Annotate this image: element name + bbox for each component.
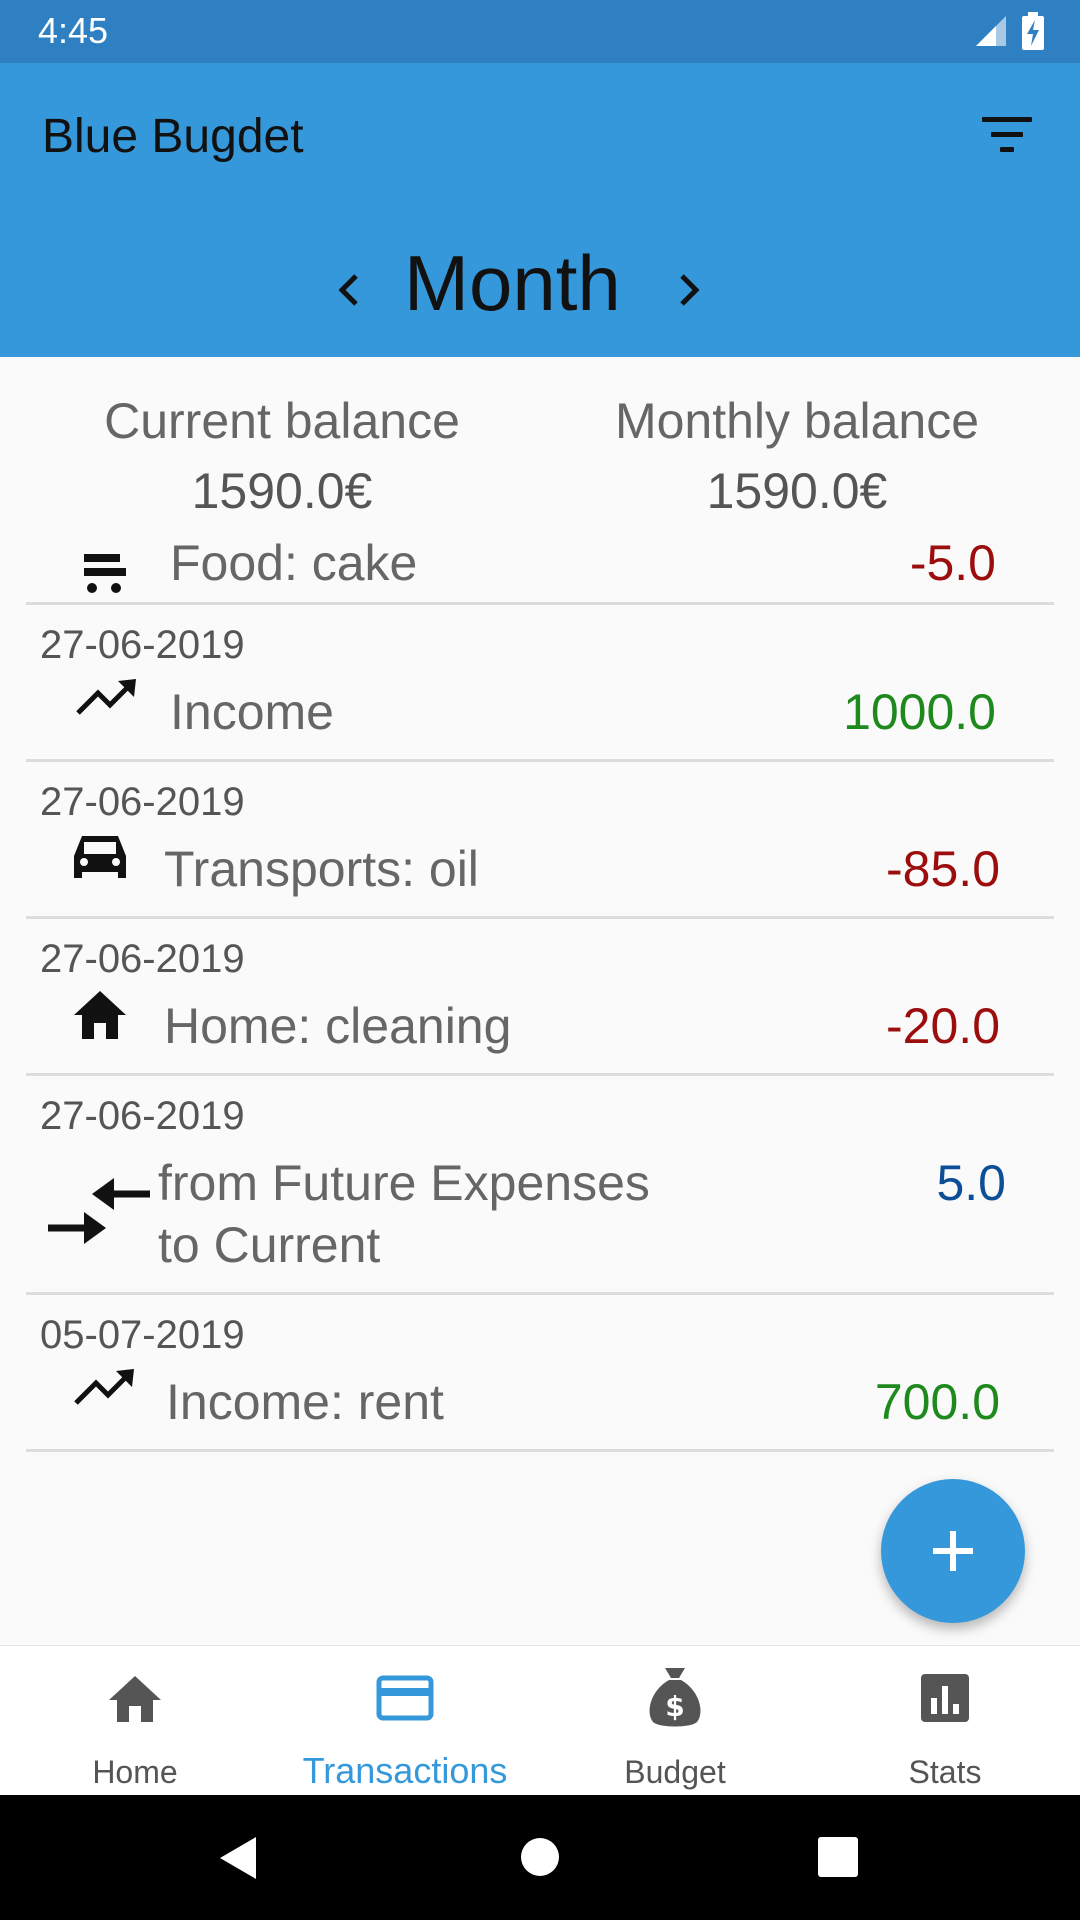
nav-label: Budget <box>624 1754 726 1790</box>
transaction-row[interactable]: 27-06-2019 Home: cleaning -20.0 <box>26 919 1054 1076</box>
app-bar: Blue Bugdet Month <box>0 63 1080 357</box>
transaction-category-line1: from Future Expenses <box>158 1155 650 1211</box>
nav-item-stats[interactable]: Stats <box>810 1646 1080 1796</box>
nav-label: Home <box>92 1754 178 1790</box>
filter-icon-bottom <box>1000 147 1014 152</box>
period-navigator: Month <box>0 238 1080 348</box>
food-icon <box>84 554 126 593</box>
nav-item-budget[interactable]: $ Budget <box>540 1646 810 1796</box>
bar-chart-icon <box>921 1674 969 1722</box>
battery-charging-icon <box>1022 12 1044 50</box>
transaction-category: Income <box>170 684 334 740</box>
transaction-amount: 1000.0 <box>843 684 996 740</box>
transaction-list[interactable]: Food: cake -5.0 27-06-2019 Income 1000.0… <box>0 528 1080 1458</box>
filter-icon <box>982 117 1032 122</box>
monthly-balance-label: Monthly balance <box>614 393 980 449</box>
trending-up-icon <box>76 679 136 715</box>
chevron-right-icon[interactable] <box>670 260 710 320</box>
filter-icon-mid <box>991 132 1023 137</box>
transaction-row[interactable]: 05-07-2019 Income: rent 700.0 <box>26 1295 1054 1452</box>
transaction-amount: 5.0 <box>936 1155 1006 1211</box>
transaction-row[interactable]: 27-06-2019 Transports: oil -85.0 <box>26 762 1054 919</box>
current-balance-value: 1590.0€ <box>191 463 373 519</box>
add-transaction-button[interactable] <box>881 1479 1025 1623</box>
status-bar: 4:45 <box>0 0 1080 63</box>
period-label: Month <box>404 239 621 327</box>
transaction-amount: -5.0 <box>909 535 996 591</box>
home-icon <box>109 1676 161 1722</box>
nav-label: Transactions <box>302 1750 508 1791</box>
transaction-amount: 700.0 <box>874 1374 1000 1430</box>
back-icon[interactable] <box>216 1835 260 1881</box>
app-title: Blue Bugdet <box>42 110 304 163</box>
credit-card-icon <box>376 1675 434 1721</box>
transaction-category-line2: to Current <box>158 1217 381 1273</box>
transaction-date: 27-06-2019 <box>40 780 245 824</box>
trending-up-icon <box>74 1369 134 1405</box>
transaction-category: Transports: oil <box>164 841 479 897</box>
transaction-amount: -85.0 <box>886 841 1000 897</box>
transaction-row[interactable]: 27-06-2019 Income 1000.0 <box>26 605 1054 762</box>
nav-item-home[interactable]: Home <box>0 1646 270 1796</box>
nav-item-transactions[interactable]: Transactions <box>270 1646 540 1796</box>
current-balance-label: Current balance <box>104 393 460 449</box>
status-time: 4:45 <box>38 10 109 51</box>
money-bag-icon: $ <box>649 1668 701 1727</box>
svg-text:$: $ <box>665 1690 684 1723</box>
bottom-navigation: Home Transactions $ Budget Stats <box>0 1645 1080 1796</box>
transaction-category: Income: rent <box>166 1374 444 1430</box>
transfer-icon <box>48 1178 150 1244</box>
filter-button[interactable] <box>982 111 1038 159</box>
home-icon <box>74 991 126 1039</box>
transaction-category: Home: cleaning <box>164 998 512 1054</box>
chevron-left-icon[interactable] <box>328 260 368 320</box>
nav-label: Stats <box>908 1754 982 1790</box>
monthly-balance-value: 1590.0€ <box>706 463 888 519</box>
car-icon <box>74 836 126 878</box>
recents-icon[interactable] <box>818 1837 858 1877</box>
plus-icon <box>933 1531 973 1571</box>
transaction-date: 05-07-2019 <box>40 1313 245 1357</box>
transaction-amount: -20.0 <box>886 998 1000 1054</box>
transaction-category: Food: cake <box>170 535 418 591</box>
transaction-date: 27-06-2019 <box>40 937 245 981</box>
transaction-date: 27-06-2019 <box>40 1094 245 1138</box>
system-navigation-bar <box>0 1795 1080 1920</box>
transaction-date: 27-06-2019 <box>40 623 245 667</box>
transaction-row[interactable]: Food: cake -5.0 <box>26 528 1054 605</box>
transaction-row[interactable]: 27-06-2019 from Future Expenses to Curre… <box>26 1076 1054 1295</box>
home-circle-icon[interactable] <box>520 1837 560 1877</box>
signal-icon <box>976 16 1006 46</box>
